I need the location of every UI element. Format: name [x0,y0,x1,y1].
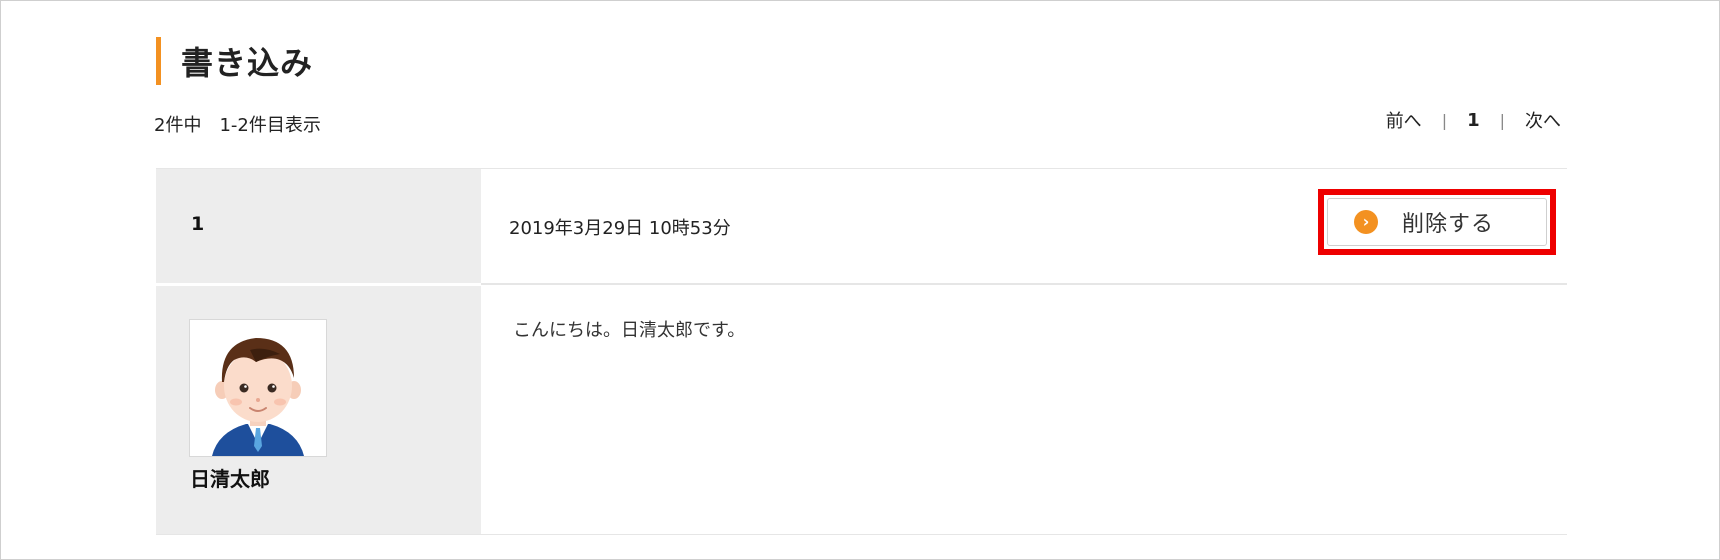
current-page-number: 1 [1467,109,1480,131]
pager-separator: | [1499,110,1505,130]
avatar [189,319,327,457]
author-cell: 日清太郎 [156,286,481,534]
page-title-block: 書き込み [156,37,313,85]
post-datetime: 2019年3月29日 10時53分 [509,218,731,239]
post-header-row: 1 2019年3月29日 10時53分 › 削除する [156,169,1567,283]
next-page-link[interactable]: 次へ [1525,107,1561,133]
row-divider [481,283,1567,285]
post-entry: 1 2019年3月29日 10時53分 › 削除する 日清太郎 こんにちは。日清… [156,168,1567,535]
author-name: 日清太郎 [190,467,270,491]
prev-page-link[interactable]: 前へ [1386,107,1422,133]
result-count: 2件中 1-2件目表示 [154,115,321,136]
post-body-row: 日清太郎 こんにちは。日清太郎です。 [156,286,1567,534]
delete-button-label: 削除する [1402,212,1495,237]
page-frame: 書き込み 2件中 1-2件目表示 前へ | 1 | 次へ 1 2019年3月29… [0,0,1720,560]
chevron-right-circle-icon: › [1354,210,1378,234]
page-title: 書き込み [181,44,314,82]
title-accent-bar [156,37,161,85]
businessman-avatar-icon [190,320,326,456]
delete-button[interactable]: › 削除する [1327,198,1547,246]
pagination: 前へ | 1 | 次へ [1386,107,1561,133]
post-number: 1 [191,213,205,235]
post-message: こんにちは。日清太郎です。 [513,320,746,341]
post-number-cell: 1 [156,169,481,283]
pager-separator: | [1441,110,1448,130]
